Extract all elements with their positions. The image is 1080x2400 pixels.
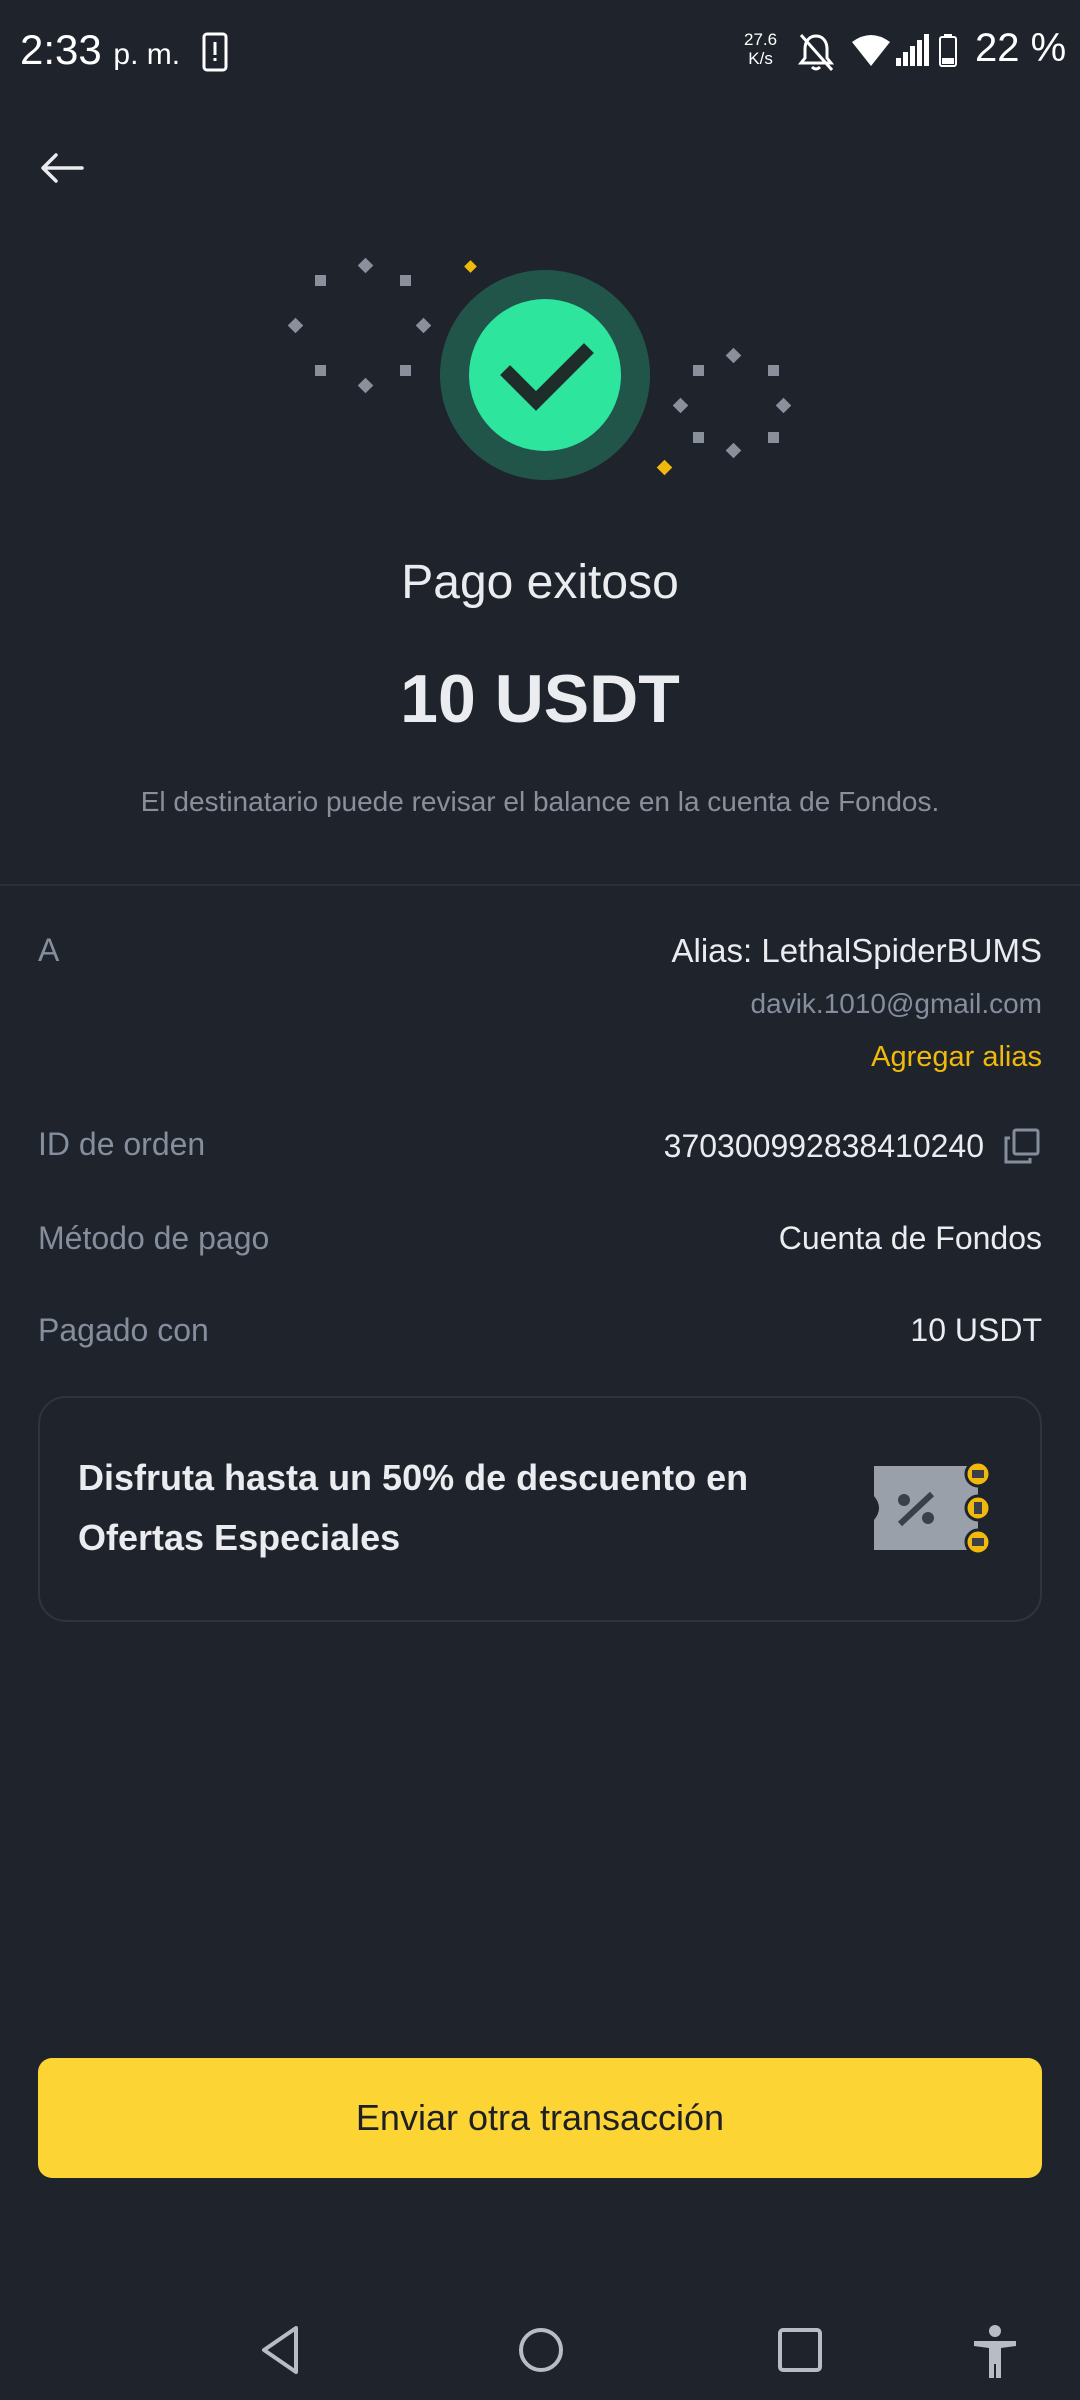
promo-card[interactable]: Disfruta hasta un 50% de descuento en Of… — [38, 1396, 1042, 1622]
network-speed-unit: K/s — [748, 49, 773, 68]
back-button[interactable] — [30, 140, 94, 196]
wifi-icon — [852, 35, 890, 66]
bell-off-icon — [797, 34, 835, 71]
payment-success-screen: 2:33 p. m. 27.6 K/s 22 % Pago exitoso 10… — [0, 0, 1080, 2400]
nav-back-icon[interactable] — [258, 2324, 302, 2376]
phone-alert-icon — [202, 32, 228, 72]
status-time-ampm: p. m. — [113, 38, 181, 71]
nav-recents-icon[interactable] — [776, 2324, 824, 2376]
send-another-transaction-button[interactable]: Enviar otra transacción — [38, 2058, 1042, 2178]
recipient-email: davik.1010@gmail.com — [750, 988, 1042, 1019]
status-time: 2:33 p. m. — [20, 26, 180, 74]
success-illustration — [287, 257, 792, 480]
order-id-label: ID de orden — [38, 1126, 206, 1162]
network-speed-value: 27.6 — [744, 30, 778, 49]
battery-icon — [939, 34, 957, 67]
payment-amount: 10 USDT — [400, 661, 680, 737]
success-title: Pago exitoso — [401, 556, 679, 609]
sparkles-right — [672, 347, 792, 459]
copy-icon[interactable] — [1002, 1126, 1042, 1166]
payment-method-label: Método de pago — [38, 1220, 270, 1256]
arrow-left-icon — [41, 153, 84, 183]
payment-method-value: Cuenta de Fondos — [778, 1220, 1042, 1256]
order-id-value: 370300992838410240 — [663, 1127, 984, 1164]
battery-percent: 22 % — [975, 26, 1067, 70]
paid-with-value: 10 USDT — [910, 1312, 1042, 1348]
recipient-label: A — [38, 932, 60, 968]
status-icons — [797, 34, 957, 71]
accessibility-icon[interactable] — [970, 2324, 1020, 2380]
recipient-alias: Alias: LethalSpiderBUMS — [671, 932, 1042, 969]
system-nav-bar — [0, 2300, 1080, 2400]
discount-ticket-icon — [874, 1460, 992, 1556]
paid-with-label: Pagado con — [38, 1312, 209, 1348]
divider — [0, 884, 1080, 886]
status-bar: 2:33 p. m. 27.6 K/s 22 % — [0, 0, 1080, 100]
nav-home-icon[interactable] — [516, 2324, 566, 2376]
sparkles-left — [287, 257, 432, 394]
checkmark-icon — [440, 270, 650, 480]
add-alias-link[interactable]: Agregar alias — [871, 1041, 1042, 1074]
signal-icon — [896, 34, 929, 66]
status-time-value: 2:33 — [20, 26, 102, 73]
success-subtitle: El destinatario puede revisar el balance… — [140, 786, 940, 817]
promo-text: Disfruta hasta un 50% de descuento en Of… — [78, 1457, 749, 1558]
order-id-row: 370300992838410240 — [664, 1126, 1042, 1166]
network-speed: 27.6 K/s — [744, 30, 777, 68]
